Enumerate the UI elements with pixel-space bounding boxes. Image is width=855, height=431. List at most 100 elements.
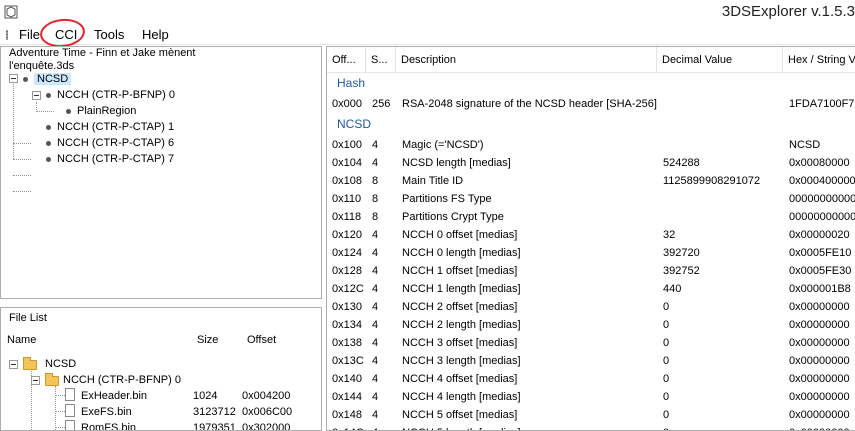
file-name: RomFS.bin xyxy=(81,422,137,431)
file-offset: 0x006C00 xyxy=(242,406,293,418)
tree-node-plainregion[interactable]: PlainRegion xyxy=(66,103,136,119)
cell-size: 8 xyxy=(372,193,379,205)
window-title: 3DSExplorer v.1.5.3 xyxy=(721,3,855,20)
folder-icon xyxy=(45,373,59,386)
cell-size: 8 xyxy=(372,211,379,223)
group-hash[interactable]: Hash xyxy=(327,74,855,92)
grid-row[interactable]: 0x124 4 NCCH 0 length [medias] 392720 0x0005… xyxy=(327,244,855,262)
cell-size: 4 xyxy=(372,409,379,421)
cell-hex: 0x000001B8 xyxy=(789,283,851,295)
grid-row[interactable]: 0x14C 4 NCCH 5 length [medias] 0 0x00000000 xyxy=(327,424,855,430)
grid-row[interactable]: 0x110 8 Partitions FS Type 000000000000 xyxy=(327,190,855,208)
grid-row[interactable]: 0x104 4 NCSD length [medias] 524288 0x000800… xyxy=(327,154,855,172)
file-size: 3123712 xyxy=(193,406,236,418)
column-size-header[interactable]: S... xyxy=(366,47,396,73)
menu-cci[interactable]: CCI xyxy=(55,27,77,42)
app-icon xyxy=(4,5,18,19)
column-description-header[interactable]: Description xyxy=(396,47,657,73)
cell-decimal: 392752 xyxy=(663,265,700,277)
grid-row[interactable]: 0x134 4 NCCH 2 length [medias] 0 0x00000000 xyxy=(327,316,855,334)
tree-node-ncsd[interactable]: NCSD xyxy=(23,71,72,87)
folder-icon xyxy=(23,357,37,370)
file-tree-node-ncch0[interactable]: NCCH (CTR-P-BFNP) 0 xyxy=(63,372,181,388)
file-name: ExeFS.bin xyxy=(81,406,132,418)
collapse-ncsd-files-icon[interactable] xyxy=(9,360,18,369)
grid-row[interactable]: 0x000 256 RSA-2048 signature of the NCSD h… xyxy=(327,95,855,113)
menu-bar: File CCI Tools Help xyxy=(0,24,855,45)
cell-size: 4 xyxy=(372,139,379,151)
title-bar: 3DSExplorer v.1.5.3 xyxy=(0,0,855,24)
grid-row[interactable]: 0x148 4 NCCH 5 offset [medias] 0 0x00000000 xyxy=(327,406,855,424)
cell-size: 4 xyxy=(372,373,379,385)
file-icon xyxy=(65,388,75,401)
tree-node-ncch0[interactable]: NCCH (CTR-P-BFNP) 0 xyxy=(46,87,175,103)
collapse-ncsd-icon[interactable] xyxy=(9,74,18,83)
collapse-ncch0-icon[interactable] xyxy=(32,91,41,100)
node-dot-icon xyxy=(23,76,28,82)
cell-size: 4 xyxy=(372,247,379,259)
cell-decimal: 32 xyxy=(663,229,676,241)
cell-offset: 0x140 xyxy=(332,373,362,385)
menu-file[interactable]: File xyxy=(19,27,40,42)
column-name-header[interactable]: Name xyxy=(7,334,36,346)
cell-offset: 0x124 xyxy=(332,247,362,259)
menu-help[interactable]: Help xyxy=(142,27,169,42)
cell-decimal: 0 xyxy=(663,355,670,367)
column-decimal-header[interactable]: Decimal Value xyxy=(657,47,783,73)
cell-offset: 0x130 xyxy=(332,301,362,313)
tree-node-ncch7[interactable]: NCCH (CTR-P-CTAP) 7 xyxy=(46,151,174,167)
node-dot-icon xyxy=(66,108,71,114)
cell-size: 4 xyxy=(372,229,379,241)
grid-header-row: Off... S... Description Decimal Value He… xyxy=(327,47,855,73)
collapse-ncch0-files-icon[interactable] xyxy=(31,376,40,385)
grid-row[interactable]: 0x12C 4 NCCH 1 length [medias] 440 0x000001B… xyxy=(327,280,855,298)
cell-description: NCCH 2 offset [medias] xyxy=(402,301,518,313)
cell-description: RSA-2048 signature of the NCSD header [S… xyxy=(402,98,657,110)
grid-row[interactable]: 0x120 4 NCCH 0 offset [medias] 32 0x00000020 xyxy=(327,226,855,244)
cell-size: 256 xyxy=(372,98,391,110)
cell-description: NCCH 5 length [medias] xyxy=(402,424,657,430)
cell-offset: 0x128 xyxy=(332,265,362,277)
file-name: ExHeader.bin xyxy=(81,390,148,402)
grid-row[interactable]: 0x144 4 NCCH 4 length [medias] 0 0x00000000 xyxy=(327,388,855,406)
header-data-grid[interactable]: Off... S... Description Decimal Value He… xyxy=(326,46,855,431)
grid-row[interactable]: 0x118 8 Partitions Crypt Type 000000000000 xyxy=(327,208,855,226)
cell-offset: 0x148 xyxy=(332,409,362,421)
cell-size: 4 xyxy=(372,265,379,277)
cell-offset: 0x134 xyxy=(332,319,362,331)
cell-hex: NCSD xyxy=(789,139,821,151)
grid-row[interactable]: 0x138 4 NCCH 3 offset [medias] 0 0x00000000 xyxy=(327,334,855,352)
tree-node-ncch1[interactable]: NCCH (CTR-P-CTAP) 1 xyxy=(46,119,174,135)
cell-decimal: 0 xyxy=(663,391,670,403)
column-size-header[interactable]: Size xyxy=(197,334,218,346)
cell-offset: 0x138 xyxy=(332,337,362,349)
group-ncsd[interactable]: NCSD xyxy=(327,115,855,133)
file-tree-node-ncsd[interactable]: NCSD xyxy=(45,356,76,372)
cell-decimal: 0 xyxy=(663,424,783,430)
file-list-panel[interactable]: File List Name Size Offset NCSD NCCH (CT… xyxy=(0,307,322,431)
cell-description: NCCH 1 length [medias] xyxy=(402,283,521,295)
structure-tree-panel[interactable]: Adventure Time - Finn et Jake mènent l'e… xyxy=(0,46,322,299)
grid-row[interactable]: 0x140 4 NCCH 4 offset [medias] 0 0x00000000 xyxy=(327,370,855,388)
cell-offset: 0x144 xyxy=(332,391,362,403)
cell-hex: 0x00000000 xyxy=(789,373,850,385)
cell-hex: 0x0005FE10 xyxy=(789,247,852,259)
menu-tools[interactable]: Tools xyxy=(94,27,124,42)
grid-row[interactable]: 0x108 8 Main Title ID 1125899908291072 0x000… xyxy=(327,172,855,190)
grid-row[interactable]: 0x13C 4 NCCH 3 length [medias] 0 0x00000000 xyxy=(327,352,855,370)
column-hex-header[interactable]: Hex / String Va xyxy=(783,47,855,73)
tree-node-ncch6[interactable]: NCCH (CTR-P-CTAP) 6 xyxy=(46,135,174,151)
cell-offset: 0x100 xyxy=(332,139,362,151)
file-offset: 0x004200 xyxy=(242,390,291,402)
cell-decimal: 392720 xyxy=(663,247,700,259)
cell-description: NCCH 2 length [medias] xyxy=(402,319,521,331)
toolbar-grip-icon[interactable] xyxy=(6,30,8,40)
grid-row[interactable]: 0x128 4 NCCH 1 offset [medias] 392752 0x0005… xyxy=(327,262,855,280)
file-size: 1024 xyxy=(193,390,218,402)
column-offset-header[interactable]: Offset xyxy=(247,334,276,346)
column-offset-header[interactable]: Off... xyxy=(327,47,366,73)
grid-row[interactable]: 0x130 4 NCCH 2 offset [medias] 0 0x00000000 xyxy=(327,298,855,316)
cell-decimal: 1125899908291072 xyxy=(663,175,761,187)
cell-hex: 0x00000000 xyxy=(789,337,850,349)
grid-row[interactable]: 0x100 4 Magic (='NCSD') NCSD xyxy=(327,136,855,154)
